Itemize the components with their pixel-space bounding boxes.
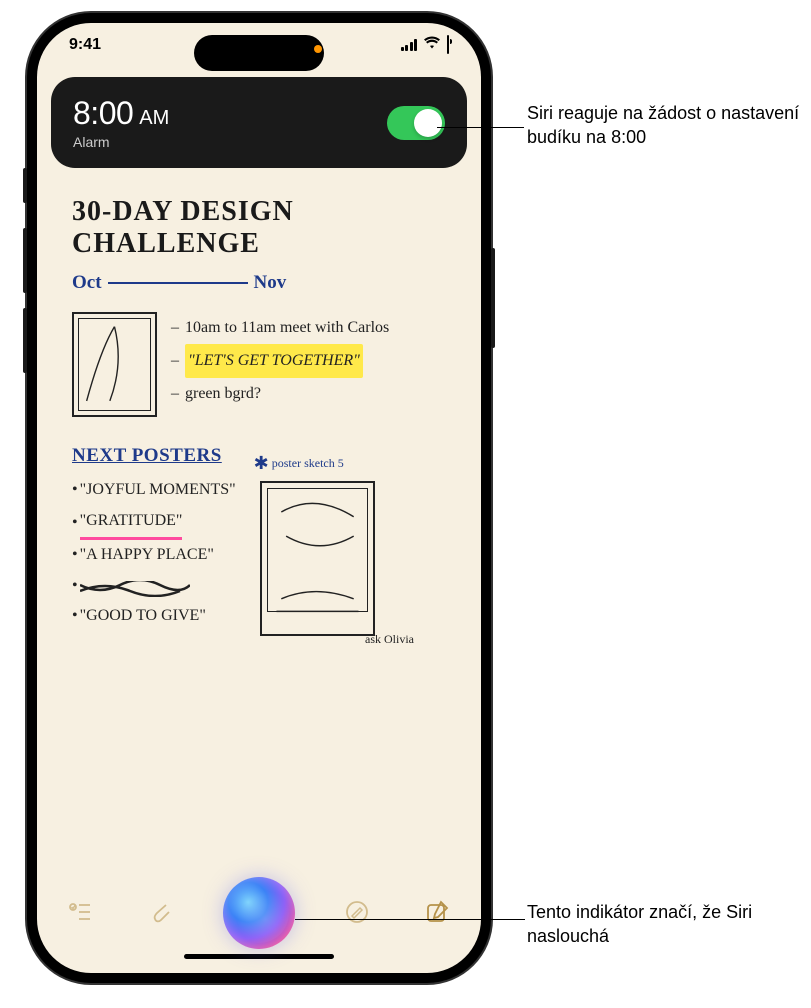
sketch-thumbnail-2 [260,481,375,636]
home-indicator[interactable] [184,954,334,959]
microphone-indicator-dot [314,45,322,53]
alarm-time: 8:00 [73,95,133,132]
dynamic-island[interactable] [194,35,324,71]
wifi-icon [423,36,441,54]
asterisk-icon: ✱ [254,453,269,474]
alarm-toggle[interactable] [387,106,445,140]
bullet-1: 10am to 11am meet with Carlos [185,312,389,344]
sketch-label: poster sketch 5 [272,456,344,471]
siri-alarm-response-card[interactable]: 8:00 AM Alarm [51,77,467,168]
volume-down-button[interactable] [23,308,27,373]
battery-icon [447,36,449,54]
silent-switch[interactable] [23,168,27,203]
poster-list: •"JOYFUL MOMENTS" •"GRATITUDE" •"A HAPPY… [72,475,236,636]
timeline-end: Nov [254,272,287,294]
cellular-signal-icon [401,39,418,51]
poster-item-1: "JOYFUL MOMENTS" [80,475,236,505]
bullet-list-1: –10am to 11am meet with Carlos –"LET'S G… [171,312,389,417]
poster-item-2: "GRATITUDE" [80,506,183,540]
volume-up-button[interactable] [23,228,27,293]
timeline-line [108,282,248,284]
note-title-line-1: 30-DAY DESIGN [72,196,294,227]
iphone-device-frame: 9:41 8:00 AM Alarm [27,13,491,983]
alarm-ampm: AM [139,107,169,130]
note-title-line-2: CHALLENGE [72,228,260,259]
callout-1: Siri reaguje na žádost o nastavení budík… [527,101,807,150]
alarm-label: Alarm [73,134,169,150]
note-title: 30-DAY DESIGN CHALLENGE [72,196,459,260]
markup-icon[interactable] [344,899,370,925]
poster-item-4-scribbled [80,578,190,594]
checklist-icon[interactable] [67,899,93,925]
status-time: 9:41 [69,36,101,54]
screen: 9:41 8:00 AM Alarm [37,23,481,973]
side-button[interactable] [491,248,495,348]
callout-2: Tento indikátor značí, že Siri naslouchá [527,900,807,949]
bullet-2-highlighted: "LET'S GET TOGETHER" [185,344,363,378]
callout-leader-line-2 [295,919,525,920]
bullet-3: green bgrd? [185,378,261,410]
siri-listening-indicator[interactable] [223,877,295,949]
poster-item-3: "A HAPPY PLACE" [80,540,214,570]
note-body[interactable]: 30-DAY DESIGN CHALLENGE Oct Nov –10am to… [37,168,481,973]
compose-icon[interactable] [425,899,451,925]
callout-leader-line-1 [437,127,524,128]
sketch-caption: ✱ poster sketch 5 [254,453,344,474]
sketch-thumbnail-1 [72,312,157,417]
timeline-row: Oct Nov [72,272,459,294]
timeline-start: Oct [72,272,102,294]
poster-item-5: "GOOD TO GIVE" [80,601,206,631]
attachment-icon[interactable] [148,899,174,925]
